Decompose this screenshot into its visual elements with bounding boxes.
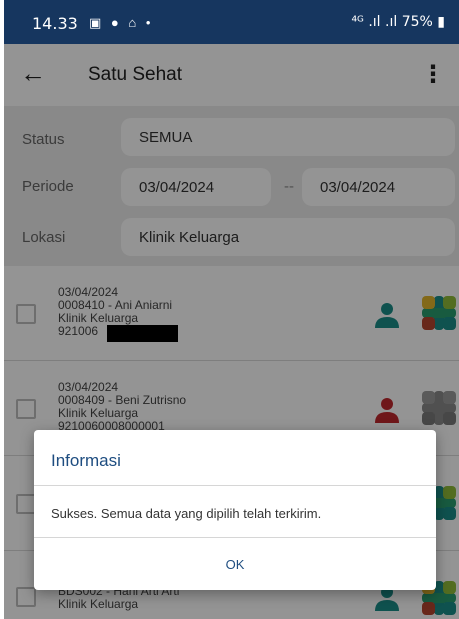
clock: 14.33 (32, 14, 78, 33)
status-right: ⁴ᴳ .ıl .ıl 75% ▮ (351, 14, 445, 30)
ok-button[interactable]: OK (34, 537, 436, 590)
status-bar: 14.33 ▣ ● ⌂ • ⁴ᴳ .ıl .ıl 75% ▮ (4, 0, 459, 44)
info-dialog: Informasi Sukses. Semua data yang dipili… (34, 430, 436, 590)
battery-icon: ▮ (437, 14, 445, 30)
dialog-title: Informasi (51, 451, 121, 470)
notification-icons: ▣ ● ⌂ • (89, 15, 154, 30)
dialog-message: Sukses. Semua data yang dipilih telah te… (51, 506, 322, 521)
app-screen: 14.33 ▣ ● ⌂ • ⁴ᴳ .ıl .ıl 75% ▮ ← Satu Se… (4, 0, 459, 619)
dialog-divider (34, 485, 436, 486)
battery-level: 75% (401, 14, 433, 30)
signal-icon: ⁴ᴳ .ıl .ıl (351, 14, 398, 30)
